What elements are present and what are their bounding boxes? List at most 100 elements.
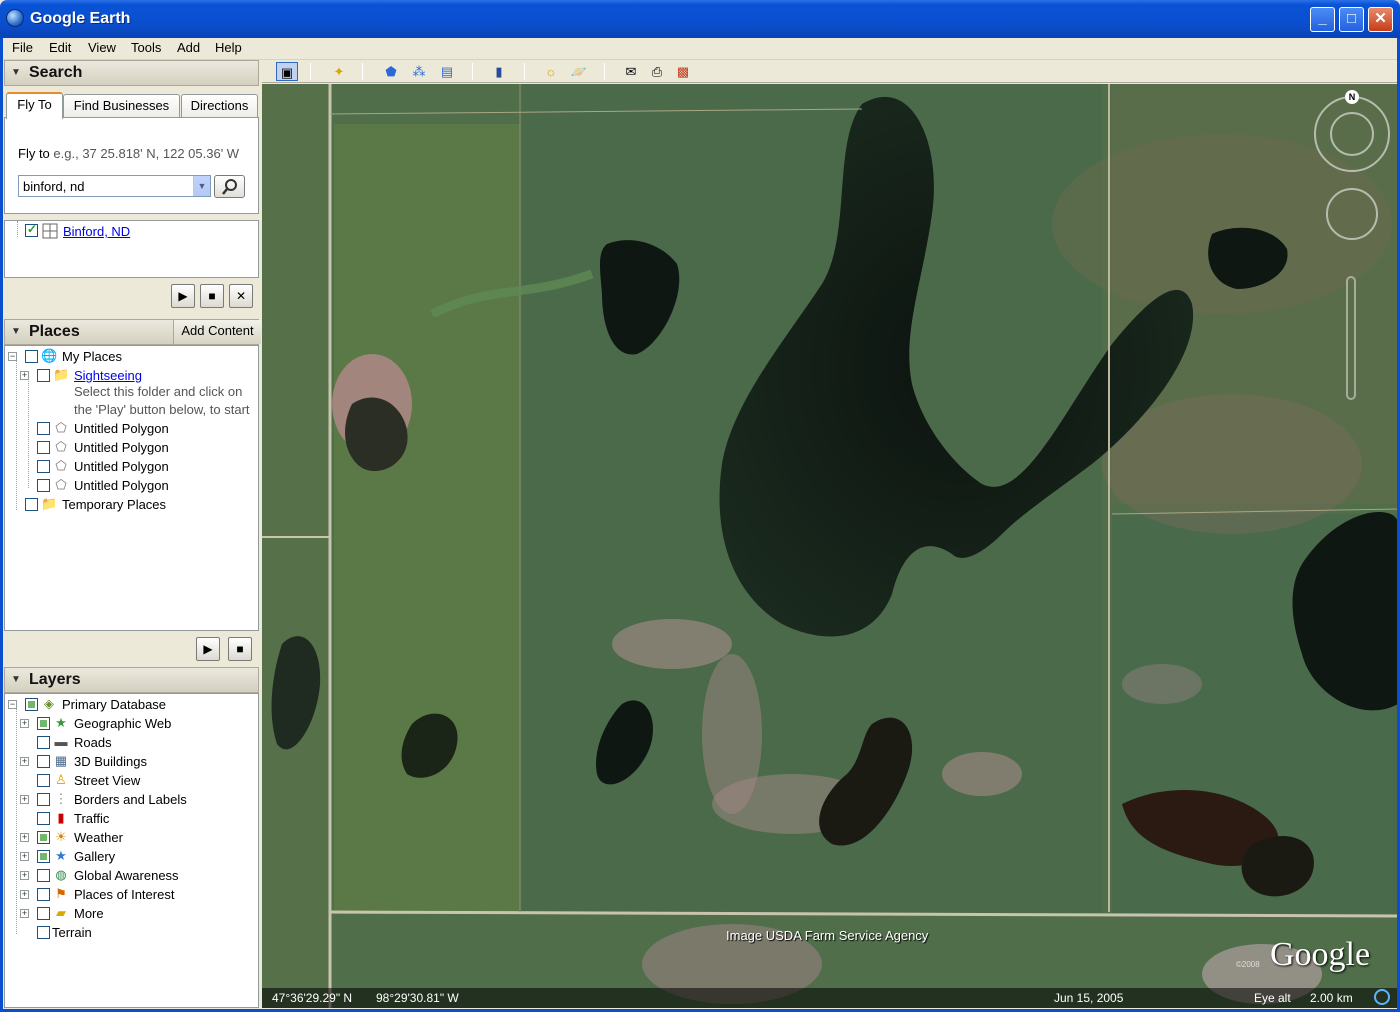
menu-view[interactable]: View — [88, 40, 116, 55]
print-button[interactable]: ⎙ — [646, 62, 668, 81]
checkbox[interactable] — [25, 350, 38, 363]
minimize-button[interactable]: _ — [1310, 7, 1335, 32]
layer-borders-labels[interactable]: + ⋮ Borders and Labels — [5, 791, 258, 810]
chevron-down-icon[interactable]: ▼ — [193, 176, 210, 196]
checkbox[interactable] — [37, 736, 50, 749]
play-button[interactable]: ▶ — [171, 284, 195, 308]
checkbox[interactable] — [37, 831, 50, 844]
search-button[interactable] — [214, 175, 245, 198]
expand-icon[interactable]: + — [20, 871, 29, 880]
stop-button[interactable]: ■ — [200, 284, 224, 308]
move-joystick[interactable] — [1326, 188, 1378, 240]
checkbox[interactable] — [37, 441, 50, 454]
stop-button[interactable]: ■ — [228, 637, 252, 661]
layers-panel-header[interactable]: ▼ Layers — [4, 667, 259, 693]
checkbox[interactable] — [37, 369, 50, 382]
expand-icon[interactable]: + — [20, 371, 29, 380]
close-button[interactable]: ✕ — [1368, 7, 1393, 32]
layer-weather[interactable]: + ☀ Weather — [5, 829, 258, 848]
expand-icon[interactable]: + — [20, 757, 29, 766]
layer-global-awareness[interactable]: + ◍ Global Awareness — [5, 867, 258, 886]
checkbox[interactable] — [37, 850, 50, 863]
tree-item-polygon[interactable]: ⬠ Untitled Polygon — [5, 458, 258, 477]
checkbox[interactable] — [37, 755, 50, 768]
add-content-button[interactable]: Add Content — [173, 320, 261, 344]
expand-icon[interactable]: + — [20, 833, 29, 842]
look-joystick-inner[interactable] — [1330, 112, 1374, 156]
menu-file[interactable]: File — [12, 40, 33, 55]
menu-edit[interactable]: Edit — [49, 40, 71, 55]
ruler-icon: ▮ — [495, 64, 503, 79]
toggle-sidebar-button[interactable]: ▣ — [276, 62, 298, 81]
tree-item-label[interactable]: Sightseeing — [74, 368, 142, 383]
tab-directions[interactable]: Directions — [181, 94, 258, 118]
collapse-triangle-icon[interactable]: ▼ — [11, 67, 21, 78]
menu-help[interactable]: Help — [215, 40, 242, 55]
switch-planet-button[interactable]: 🪐 — [568, 62, 590, 81]
maximize-button[interactable]: □ — [1339, 7, 1364, 32]
email-button[interactable]: ✉ — [620, 62, 642, 81]
layer-places-of-interest[interactable]: + ⚑ Places of Interest — [5, 886, 258, 905]
result-checkbox[interactable] — [25, 222, 38, 237]
checkbox[interactable] — [37, 869, 50, 882]
layer-roads[interactable]: ▬ Roads — [5, 734, 258, 753]
sunlight-button[interactable]: ☼ — [540, 62, 562, 81]
expand-icon[interactable]: + — [20, 890, 29, 899]
tree-item-polygon[interactable]: ⬠ Untitled Polygon — [5, 477, 258, 496]
tab-find-businesses[interactable]: Find Businesses — [63, 94, 180, 118]
add-image-overlay-button[interactable]: ▤ — [436, 62, 458, 81]
expand-icon[interactable]: + — [20, 719, 29, 728]
tree-item-polygon[interactable]: ⬠ Untitled Polygon — [5, 439, 258, 458]
search-panel-header[interactable]: ▼ Search — [4, 60, 259, 86]
checkbox[interactable] — [37, 926, 50, 939]
tab-fly-to[interactable]: Fly To — [6, 92, 63, 119]
layer-more[interactable]: + ▰ More — [5, 905, 258, 924]
layer-3d-buildings[interactable]: + ▦ 3D Buildings — [5, 753, 258, 772]
collapse-triangle-icon[interactable]: ▼ — [11, 326, 21, 337]
play-button[interactable]: ▶ — [196, 637, 220, 661]
expand-icon[interactable]: + — [20, 909, 29, 918]
checkbox[interactable] — [37, 774, 50, 787]
expand-icon[interactable]: + — [20, 795, 29, 804]
result-binford-link[interactable]: Binford, ND — [63, 224, 130, 239]
view-in-maps-button[interactable]: ▩ — [672, 62, 694, 81]
checkbox[interactable] — [37, 460, 50, 473]
places-panel-header[interactable]: ▼ Places Add Content — [4, 319, 261, 345]
layer-geographic-web[interactable]: + ★ Geographic Web — [5, 715, 258, 734]
layer-gallery[interactable]: + ★ Gallery — [5, 848, 258, 867]
layer-traffic[interactable]: ▮ Traffic — [5, 810, 258, 829]
menu-add[interactable]: Add — [177, 40, 200, 55]
tree-item-temporary-places[interactable]: 📁 Temporary Places — [5, 496, 258, 515]
checkbox[interactable] — [37, 793, 50, 806]
compass-north-icon[interactable]: N — [1345, 90, 1359, 104]
checkbox[interactable] — [25, 698, 38, 711]
folder-icon: 📁 — [41, 496, 58, 511]
fly-to-input[interactable]: binford, nd ▼ — [18, 175, 211, 197]
expand-icon[interactable]: + — [20, 852, 29, 861]
add-polygon-button[interactable]: ⬟ — [380, 62, 402, 81]
checkbox[interactable] — [25, 498, 38, 511]
checkbox[interactable] — [37, 717, 50, 730]
tree-item-polygon[interactable]: ⬠ Untitled Polygon — [5, 420, 258, 439]
layer-street-view[interactable]: ♙ Street View — [5, 772, 258, 791]
layer-primary-database[interactable]: − ◈ Primary Database — [5, 696, 258, 715]
collapse-icon[interactable]: − — [8, 352, 17, 361]
earth-view[interactable]: N Image USDA Farm Service Agency ©2008 G… — [262, 84, 1398, 1008]
collapse-triangle-icon[interactable]: ▼ — [11, 674, 21, 685]
checkbox[interactable] — [37, 888, 50, 901]
checkbox[interactable] — [37, 479, 50, 492]
layers-panel-title: Layers — [29, 671, 81, 688]
fly-to-example: e.g., 37 25.818' N, 122 05.36' W — [53, 146, 240, 161]
checkbox[interactable] — [37, 907, 50, 920]
add-path-button[interactable]: ⁂ — [408, 62, 430, 81]
menu-tools[interactable]: Tools — [131, 40, 161, 55]
layer-terrain[interactable]: Terrain — [5, 924, 258, 943]
checkbox[interactable] — [37, 422, 50, 435]
clear-button[interactable]: ✕ — [229, 284, 253, 308]
zoom-slider[interactable] — [1346, 276, 1356, 400]
checkbox[interactable] — [37, 812, 50, 825]
tree-item-my-places[interactable]: − 🌐 My Places — [5, 348, 258, 367]
ruler-button[interactable]: ▮ — [488, 62, 510, 81]
collapse-icon[interactable]: − — [8, 700, 17, 709]
add-placemark-button[interactable]: ✦ — [328, 62, 350, 81]
